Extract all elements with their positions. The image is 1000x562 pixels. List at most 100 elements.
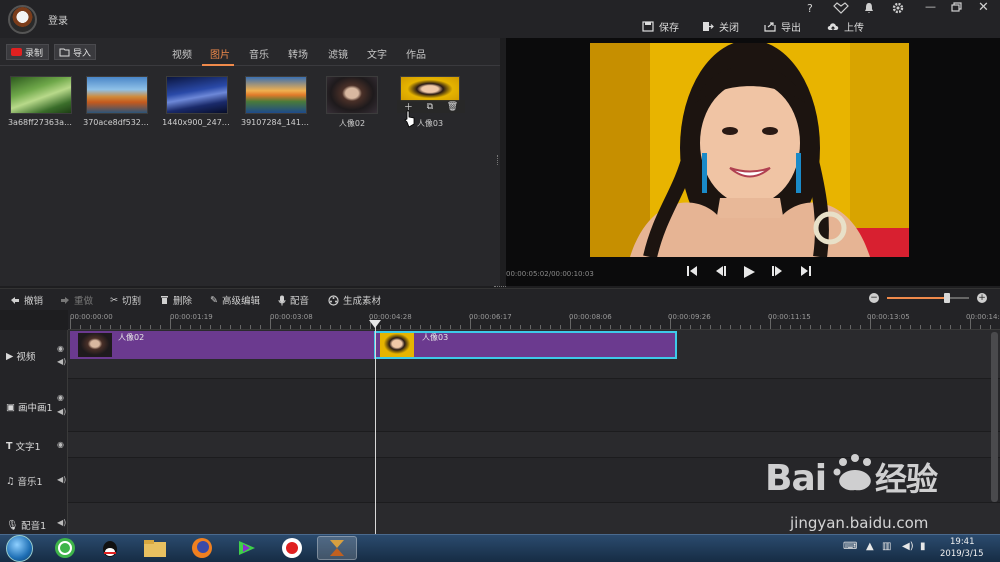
panel-splitter[interactable] — [497, 155, 499, 165]
import-button[interactable]: 导入 — [54, 44, 96, 60]
ruler-tick — [340, 325, 341, 329]
ruler-tick — [180, 325, 181, 329]
ruler-tick — [580, 325, 581, 329]
zoom-slider-handle[interactable] — [944, 293, 950, 303]
media-caption: 1440x900_247… — [162, 118, 230, 127]
music-note-icon: ♫ — [6, 475, 15, 487]
app-logo — [8, 5, 37, 34]
speaker-icon[interactable]: ◀) — [57, 357, 66, 366]
volume-icon[interactable]: ◀) — [902, 541, 914, 552]
ruler-tick — [530, 325, 531, 329]
media-thumb-forest[interactable] — [10, 76, 72, 114]
generate-material-button[interactable]: 生成素材 — [328, 293, 381, 307]
baidu-jingyan-logo: Bai 经验 — [765, 452, 965, 509]
taskbar-recorder-icon[interactable] — [272, 536, 312, 560]
eye-icon[interactable]: ◉ — [57, 344, 64, 353]
scissors-icon: ✂ — [110, 294, 118, 306]
tab-images[interactable]: 图片 — [210, 46, 230, 61]
media-thumb-portrait-02[interactable] — [326, 76, 378, 114]
taskbar-media-icon[interactable] — [227, 536, 267, 560]
vip-icon[interactable] — [833, 2, 849, 17]
save-button[interactable]: 保存 — [642, 19, 679, 34]
ruler-tick — [520, 325, 521, 329]
close-icon[interactable]: ✕ — [978, 0, 989, 15]
taskbar-video-editor-icon[interactable] — [317, 536, 357, 560]
hand-cursor-icon — [404, 110, 415, 128]
track-pip[interactable] — [68, 379, 1000, 432]
trash-icon — [161, 296, 168, 304]
pip-icon[interactable]: ⧉ — [427, 102, 433, 112]
tab-video[interactable]: 视频 — [172, 46, 192, 61]
ruler-tick — [830, 325, 831, 329]
advanced-edit-button[interactable]: ✎ 高级编辑 — [210, 293, 260, 308]
next-frame-icon[interactable] — [771, 265, 785, 281]
tray-device-icon[interactable]: ▥ — [882, 541, 891, 552]
redo-button[interactable]: 重做 — [60, 293, 93, 307]
ruler-tick — [490, 325, 491, 329]
cut-button[interactable]: ✂ 切割 — [110, 293, 141, 308]
ruler-tick — [230, 325, 231, 329]
clock-time[interactable]: 19:41 — [950, 537, 975, 547]
film-reel-icon — [328, 294, 339, 306]
zoom-out-button[interactable]: − — [869, 293, 879, 303]
tab-text[interactable]: 文字 — [367, 46, 387, 61]
network-icon[interactable]: ▮ — [920, 541, 926, 552]
ruler-tick — [500, 325, 501, 329]
skip-end-icon[interactable] — [800, 265, 812, 281]
timeline-scrollbar[interactable] — [991, 332, 998, 502]
help-icon[interactable]: ? — [807, 2, 813, 15]
ruler-tick — [360, 325, 361, 329]
clock-date[interactable]: 2019/3/15 — [940, 549, 984, 559]
media-thumb-portrait-03[interactable] — [400, 76, 460, 102]
record-button[interactable]: 录制 — [6, 44, 49, 60]
taskbar-firefox-icon[interactable] — [182, 536, 222, 560]
keyboard-icon[interactable]: ⌨ — [843, 541, 857, 552]
delete-button[interactable]: 删除 — [160, 293, 192, 307]
tab-transitions[interactable]: 转场 — [288, 46, 308, 61]
ruler-tick — [440, 325, 441, 329]
media-thumb-autumn-lake[interactable] — [86, 76, 148, 114]
ruler-tick — [890, 325, 891, 329]
skip-start-icon[interactable] — [686, 265, 698, 281]
taskbar-explorer-icon[interactable] — [135, 536, 175, 560]
minimize-icon[interactable]: — — [925, 0, 936, 13]
tab-music[interactable]: 音乐 — [249, 46, 269, 61]
ruler-tick — [640, 325, 641, 329]
tab-works[interactable]: 作品 — [406, 46, 426, 61]
speaker-icon[interactable]: ◀) — [57, 407, 66, 416]
save-label: 保存 — [659, 23, 679, 34]
track-label-video: ▶ 视频 — [6, 350, 36, 364]
trash-icon[interactable]: 🗑 — [447, 102, 458, 112]
speaker-icon[interactable]: ◀) — [57, 475, 66, 484]
pencil-icon: ✎ — [210, 294, 218, 306]
eye-icon[interactable]: ◉ — [57, 440, 64, 449]
close-project-button[interactable]: 关闭 — [702, 19, 739, 34]
upload-button[interactable]: 上传 — [827, 19, 864, 34]
tray-arrow-icon[interactable]: ▲ — [866, 541, 874, 552]
prev-frame-icon[interactable] — [713, 265, 727, 281]
bell-icon[interactable] — [864, 2, 874, 17]
tab-filters[interactable]: 滤镜 — [328, 46, 348, 61]
timeline-clip-selected[interactable] — [374, 331, 677, 359]
gear-icon[interactable] — [892, 2, 904, 17]
restore-icon[interactable] — [951, 2, 962, 15]
taskbar-qq-icon[interactable] — [90, 536, 130, 560]
eye-icon[interactable]: ◉ — [57, 393, 64, 402]
playhead-handle[interactable] — [369, 320, 381, 328]
horizontal-splitter[interactable] — [494, 286, 506, 288]
start-button[interactable] — [6, 535, 33, 562]
media-thumb-sunset-coast[interactable] — [245, 76, 307, 114]
timeline-clip[interactable] — [70, 331, 374, 359]
login-link[interactable]: 登录 — [48, 12, 68, 27]
speaker-icon[interactable]: ◀) — [57, 518, 66, 527]
dubbing-button[interactable]: 配音 — [278, 293, 309, 307]
undo-button[interactable]: 撤销 — [10, 293, 43, 307]
export-button[interactable]: 导出 — [764, 19, 801, 34]
zoom-in-button[interactable]: + — [977, 293, 987, 303]
taskbar-app-360-icon[interactable] — [45, 536, 85, 560]
ruler-tick — [820, 325, 821, 329]
media-thumb-night-sky[interactable] — [166, 76, 228, 114]
play-icon[interactable] — [743, 265, 756, 283]
ruler-tick — [680, 325, 681, 329]
playhead-line[interactable] — [375, 322, 376, 534]
